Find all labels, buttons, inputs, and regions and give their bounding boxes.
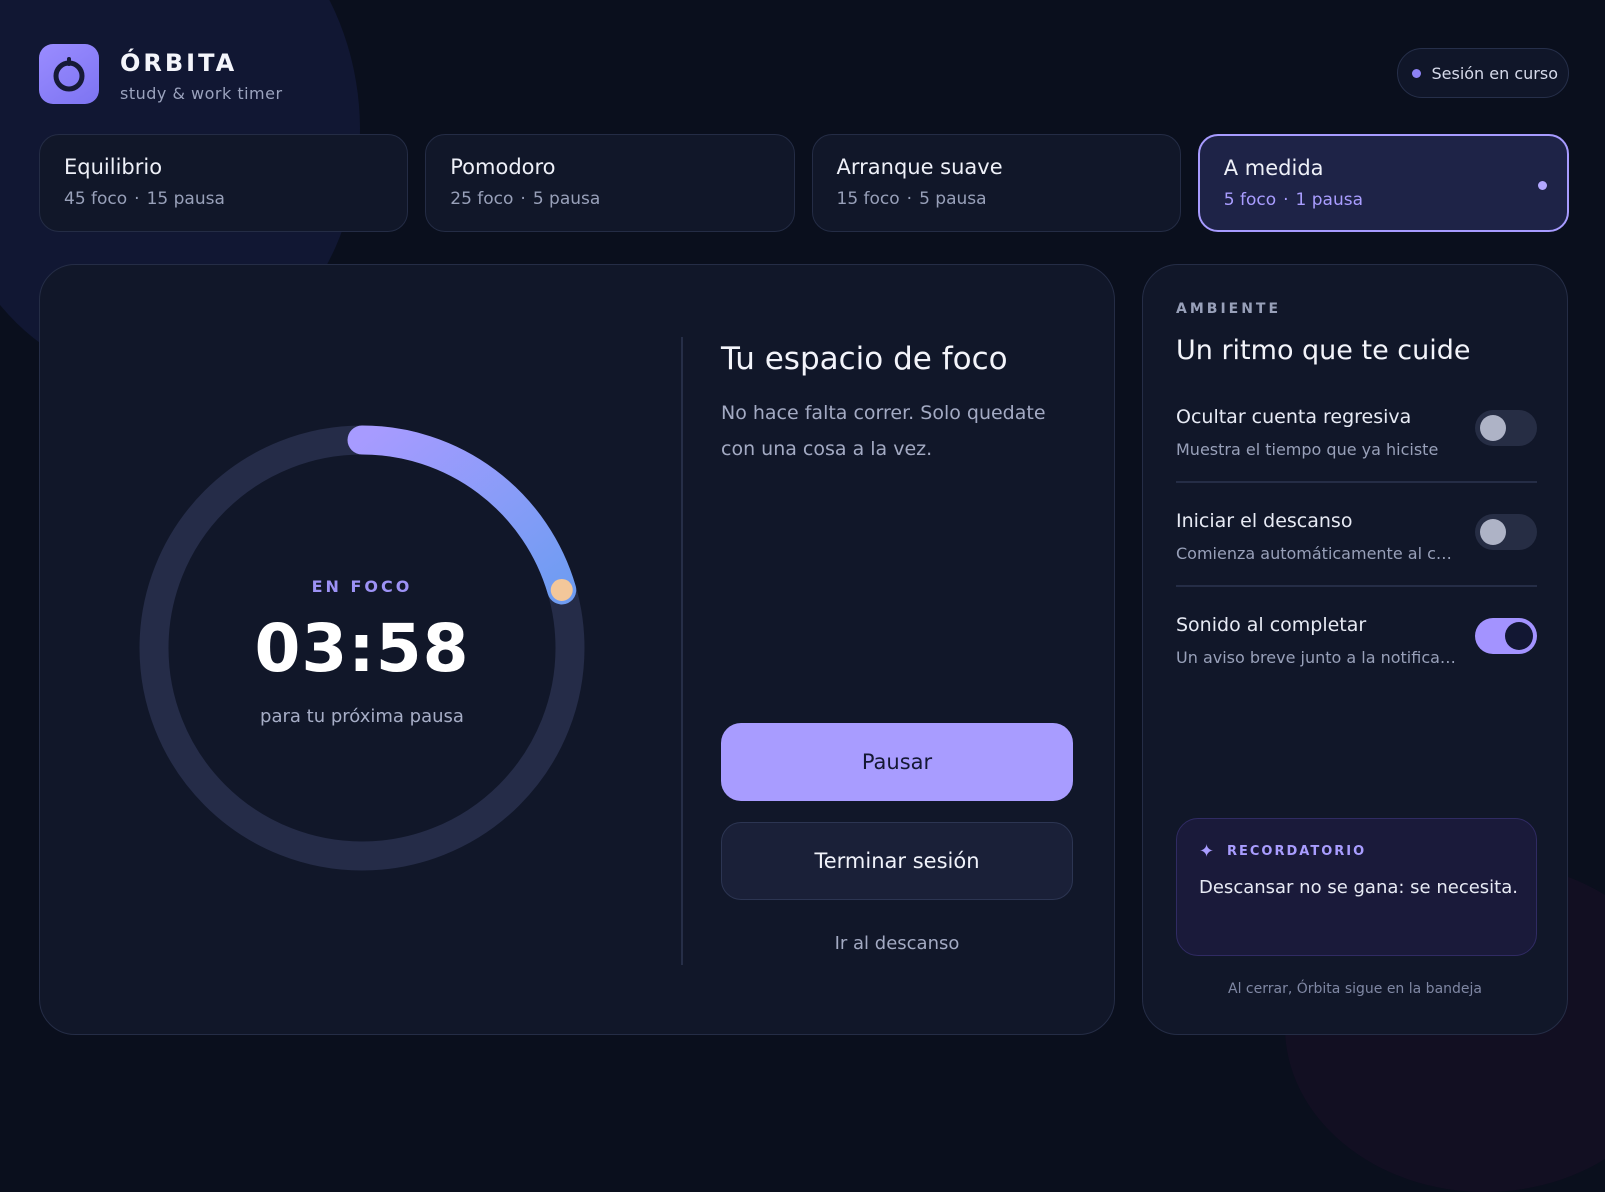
end-session-button[interactable]: Terminar sesión	[721, 822, 1073, 900]
preset-pause: 5 pausa	[919, 189, 987, 209]
section-title: Un ritmo que te cuide	[1176, 335, 1471, 366]
setting-description: Comienza automáticamente al co...	[1176, 544, 1456, 563]
preset-focus: 5 foco	[1223, 190, 1277, 210]
toggle-knob	[1505, 622, 1533, 650]
orbit-logo-icon	[39, 44, 99, 104]
setting-divider	[1176, 585, 1537, 587]
preset-separator: ·	[134, 189, 140, 209]
tray-footnote: Al cerrar, Órbita sigue en la bandeja	[1228, 981, 1482, 997]
hide-countdown-toggle[interactable]	[1475, 410, 1537, 446]
timer-card: EN FOCO 03:58 para tu próxima pausa Tu e…	[39, 264, 1115, 1035]
preset-durations: 45 foco · 15 pausa	[64, 189, 383, 209]
go-to-break-link[interactable]: Ir al descanso	[721, 933, 1073, 954]
setting-title: Iniciar el descanso	[1176, 510, 1353, 532]
session-status-text: Sesión en curso	[1431, 63, 1558, 83]
timer-state-label: EN FOCO	[311, 577, 413, 596]
status-dot-icon	[1412, 68, 1422, 78]
setting-title: Sonido al completar	[1176, 614, 1367, 636]
setting-hide-countdown: Ocultar cuenta regresiva Muestra el tiem…	[1176, 406, 1537, 512]
preset-pause: 5 pausa	[532, 189, 601, 209]
app-window: ÓRBITA study & work timer Sesión en curs…	[0, 0, 1605, 1072]
preset-a-medida[interactable]: A medida 5 foco · 1 pausa	[1197, 134, 1569, 232]
preset-durations: 15 foco · 5 pausa	[837, 189, 1156, 209]
app-name: ÓRBITA	[120, 49, 238, 77]
preset-equilibrio[interactable]: Equilibrio 45 foco · 15 pausa	[39, 134, 409, 232]
preset-focus: 25 foco	[450, 189, 514, 209]
preset-focus: 45 foco	[64, 189, 128, 209]
toggle-knob	[1480, 415, 1506, 441]
reminder-box: ✦ RECORDATORIO Descansar no se gana: se …	[1176, 818, 1537, 956]
reminder-label: RECORDATORIO	[1227, 844, 1367, 859]
pause-button[interactable]: Pausar	[721, 723, 1073, 801]
setting-divider	[1176, 481, 1537, 483]
selected-indicator-icon	[1538, 181, 1547, 190]
setting-description: Un aviso breve junto a la notificaci...	[1176, 648, 1456, 667]
preset-arranque-suave[interactable]: Arranque suave 15 foco · 5 pausa	[811, 134, 1181, 232]
auto-start-break-toggle[interactable]	[1475, 514, 1537, 550]
timer-readout: EN FOCO 03:58 para tu próxima pausa	[132, 418, 592, 878]
setting-sound-on-complete: Sonido al completar Un aviso breve junto…	[1176, 614, 1537, 720]
preset-pomodoro[interactable]: Pomodoro 25 foco · 5 pausa	[425, 134, 795, 232]
setting-title: Ocultar cuenta regresiva	[1176, 406, 1412, 428]
setting-auto-start-break: Iniciar el descanso Comienza automáticam…	[1176, 510, 1537, 616]
preset-separator: ·	[520, 189, 526, 209]
preset-separator: ·	[906, 189, 913, 209]
toggle-knob	[1480, 519, 1506, 545]
timer-countdown: 03:58	[254, 610, 470, 687]
preset-pause: 1 pausa	[1295, 190, 1363, 210]
focus-panel-description: No hace falta correr. Solo quedate con u…	[721, 402, 1046, 460]
preset-pause: 15 pausa	[146, 189, 225, 209]
section-eyebrow: AMBIENTE	[1176, 301, 1282, 317]
preset-selector: Equilibrio 45 foco · 15 pausa Pomodoro 25 …	[39, 134, 1569, 232]
focus-panel-title: Tu espacio de foco	[721, 341, 1008, 377]
session-status-badge: Sesión en curso	[1397, 48, 1569, 98]
preset-focus: 15 foco	[836, 189, 900, 209]
sparkle-icon: ✦	[1199, 841, 1215, 862]
preset-name: A medida	[1223, 156, 1324, 180]
vertical-divider	[681, 337, 683, 965]
preset-separator: ·	[1283, 190, 1289, 210]
preset-name: Arranque suave	[836, 155, 1003, 179]
sound-on-complete-toggle[interactable]	[1475, 618, 1537, 654]
preset-durations: 5 foco · 1 pausa	[1224, 190, 1543, 210]
progress-ring: EN FOCO 03:58 para tu próxima pausa	[132, 418, 592, 878]
reminder-text: Descansar no se gana: se necesita.	[1199, 877, 1518, 898]
preset-name: Pomodoro	[450, 155, 556, 179]
ambient-settings-card: AMBIENTE Un ritmo que te cuide Ocultar c…	[1142, 264, 1568, 1035]
setting-description: Muestra el tiempo que ya hiciste	[1176, 440, 1439, 459]
app-tagline: study & work timer	[120, 84, 283, 103]
preset-name: Equilibrio	[64, 155, 163, 179]
timer-caption: para tu próxima pausa	[260, 706, 464, 727]
preset-durations: 25 foco · 5 pausa	[450, 189, 769, 209]
